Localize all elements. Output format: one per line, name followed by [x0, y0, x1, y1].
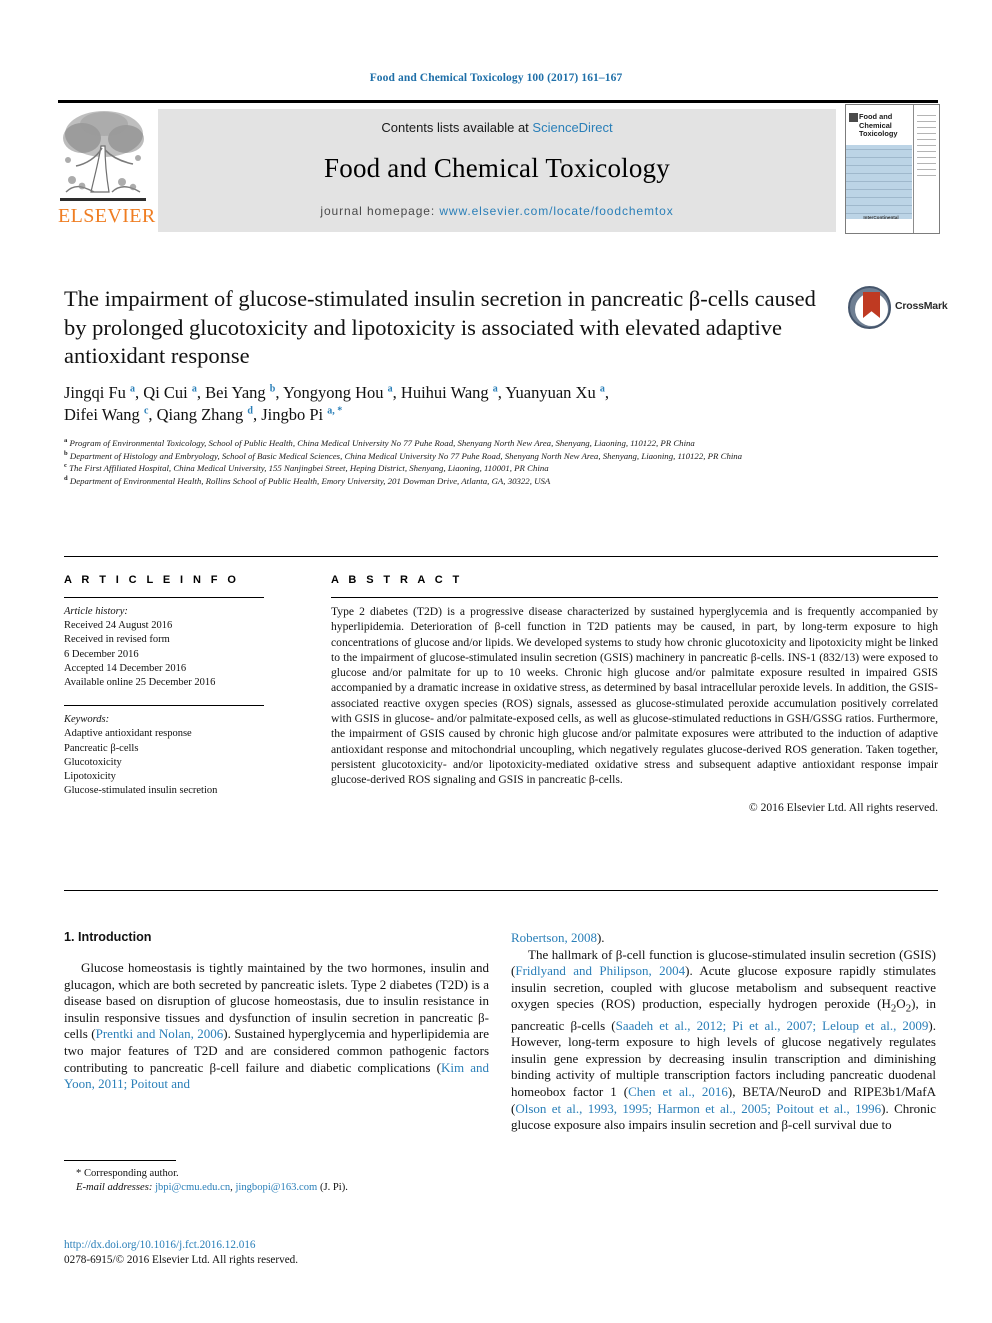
elsevier-logo: ELSEVIER [58, 106, 156, 232]
article-history-item: Accepted 14 December 2016 [64, 662, 187, 674]
author-list: Jingqi Fu a, Qi Cui a, Bei Yang b, Yongy… [64, 382, 864, 426]
cover-left-face: Food and Chemical Toxicology InterContin… [846, 105, 912, 233]
affiliation-list: a Program of Environmental Toxicology, S… [64, 437, 890, 488]
journal-homepage-link[interactable]: www.elsevier.com/locate/foodchemtox [439, 204, 673, 218]
abstract-block-bottom-rule [64, 890, 938, 891]
article-info-rule [64, 597, 264, 598]
affiliation-item: d Department of Environmental Health, Ro… [64, 474, 551, 486]
email-separator: , [230, 1182, 233, 1193]
page-title: The impairment of glucose-stimulated ins… [64, 286, 816, 368]
sciencedirect-link[interactable]: ScienceDirect [532, 120, 612, 135]
abstract-block-top-rule [64, 556, 938, 557]
keyword-item: Lipotoxicity [64, 771, 116, 783]
article-page: Food and Chemical Toxicology 100 (2017) … [0, 0, 992, 1323]
homepage-prefix-text: journal homepage: [320, 204, 436, 218]
email-link-secondary[interactable]: jingbopi@163.com [235, 1182, 317, 1193]
masthead-top-rule [58, 100, 938, 103]
article-info-heading: A R T I C L E I N F O [64, 574, 240, 586]
abstract-rule [331, 597, 938, 598]
keywords-rule [64, 705, 264, 707]
cover-journal-name: Food and Chemical Toxicology [859, 112, 898, 139]
article-history-label: Article history: [64, 606, 128, 617]
abstract-heading: A B S T R A C T [331, 574, 463, 586]
crossmark-label: CrossMark [895, 300, 948, 312]
body-paragraph: Glucose homeostasis is tightly maintaine… [64, 960, 490, 1092]
journal-title: Food and Chemical Toxicology [324, 153, 670, 183]
footnote-block: * Corresponding author. E-mail addresses… [64, 1160, 489, 1195]
body-paragraph: Robertson, 2008). [511, 930, 605, 945]
cover-footer-text: InterContinental [863, 215, 899, 220]
article-info-column: Article history: Received 24 August 2016… [64, 597, 310, 798]
abstract-copyright: © 2016 Elsevier Ltd. All rights reserved… [748, 800, 938, 814]
author-line-2: Difei Wang c, Qiang Zhang d, Jingbo Pi a… [64, 405, 343, 424]
email-link-primary[interactable]: jbpi@cmu.edu.cn [155, 1182, 230, 1193]
abstract-text: Type 2 diabetes (T2D) is a progressive d… [331, 605, 938, 787]
article-history-item: Received in revised form [64, 634, 170, 646]
article-history-item: Available online 25 December 2016 [64, 677, 216, 689]
keyword-item: Pancreatic β-cells [64, 742, 139, 754]
affiliation-item: b Department of Histology and Embryology… [64, 449, 743, 461]
cover-publisher-mark-icon [849, 113, 858, 122]
body-column-left: 1. Introduction Glucose homeostasis is t… [64, 930, 489, 1093]
author-line-1: Jingqi Fu a, Qi Cui a, Bei Yang b, Yongy… [64, 383, 609, 402]
email-addresses-note: E-mail addresses: jbpi@cmu.edu.cn, jingb… [64, 1181, 489, 1195]
keyword-item: Glucose-stimulated insulin secretion [64, 785, 218, 797]
contents-prefix-text: Contents lists available at [381, 120, 529, 135]
affiliation-item: a Program of Environmental Toxicology, S… [64, 437, 695, 448]
corresponding-author-note: * Corresponding author. [76, 1168, 179, 1179]
elsevier-tree-icon [60, 108, 146, 200]
crossmark-badge[interactable]: CrossMark [848, 286, 948, 330]
doi-link[interactable]: http://dx.doi.org/10.1016/j.fct.2016.12.… [64, 1238, 664, 1253]
email-addresses-label: E-mail addresses: [76, 1182, 153, 1193]
footnote-rule [64, 1160, 176, 1161]
title-block: The impairment of glucose-stimulated ins… [64, 285, 834, 371]
email-owner-suffix: (J. Pi). [319, 1182, 348, 1193]
body-column-right: Robertson, 2008). The hallmark of β-cell… [511, 930, 936, 1134]
issn-copyright-line: 0278-6915/© 2016 Elsevier Ltd. All right… [64, 1254, 299, 1266]
journal-masthead: ELSEVIER Contents lists available at Sci… [58, 100, 940, 234]
abstract-column: Type 2 diabetes (T2D) is a progressive d… [331, 597, 938, 815]
cover-spine [913, 105, 939, 233]
keyword-item: Adaptive antioxidant response [64, 728, 192, 740]
body-paragraph: The hallmark of β-cell function is gluco… [511, 946, 936, 1133]
article-history-item: 6 December 2016 [64, 648, 139, 660]
page-footer: http://dx.doi.org/10.1016/j.fct.2016.12.… [64, 1238, 664, 1268]
masthead-panel: Contents lists available at ScienceDirec… [158, 109, 836, 232]
section-heading-introduction: 1. Introduction [64, 930, 152, 944]
elsevier-logo-baseline [60, 198, 146, 201]
keywords-label: Keywords: [64, 714, 110, 726]
contents-available-line: Contents lists available at ScienceDirec… [158, 120, 836, 135]
elsevier-wordmark: ELSEVIER [58, 205, 156, 227]
journal-cover-thumbnail[interactable]: Food and Chemical Toxicology InterContin… [845, 104, 940, 234]
crossmark-icon [848, 286, 891, 329]
keyword-item: Glucotoxicity [64, 756, 122, 768]
article-history-item: Received 24 August 2016 [64, 620, 173, 632]
journal-homepage-line: journal homepage: www.elsevier.com/locat… [158, 204, 836, 218]
affiliation-item: c The First Affiliated Hospital, China M… [64, 462, 549, 474]
running-head: Food and Chemical Toxicology 100 (2017) … [369, 72, 623, 84]
